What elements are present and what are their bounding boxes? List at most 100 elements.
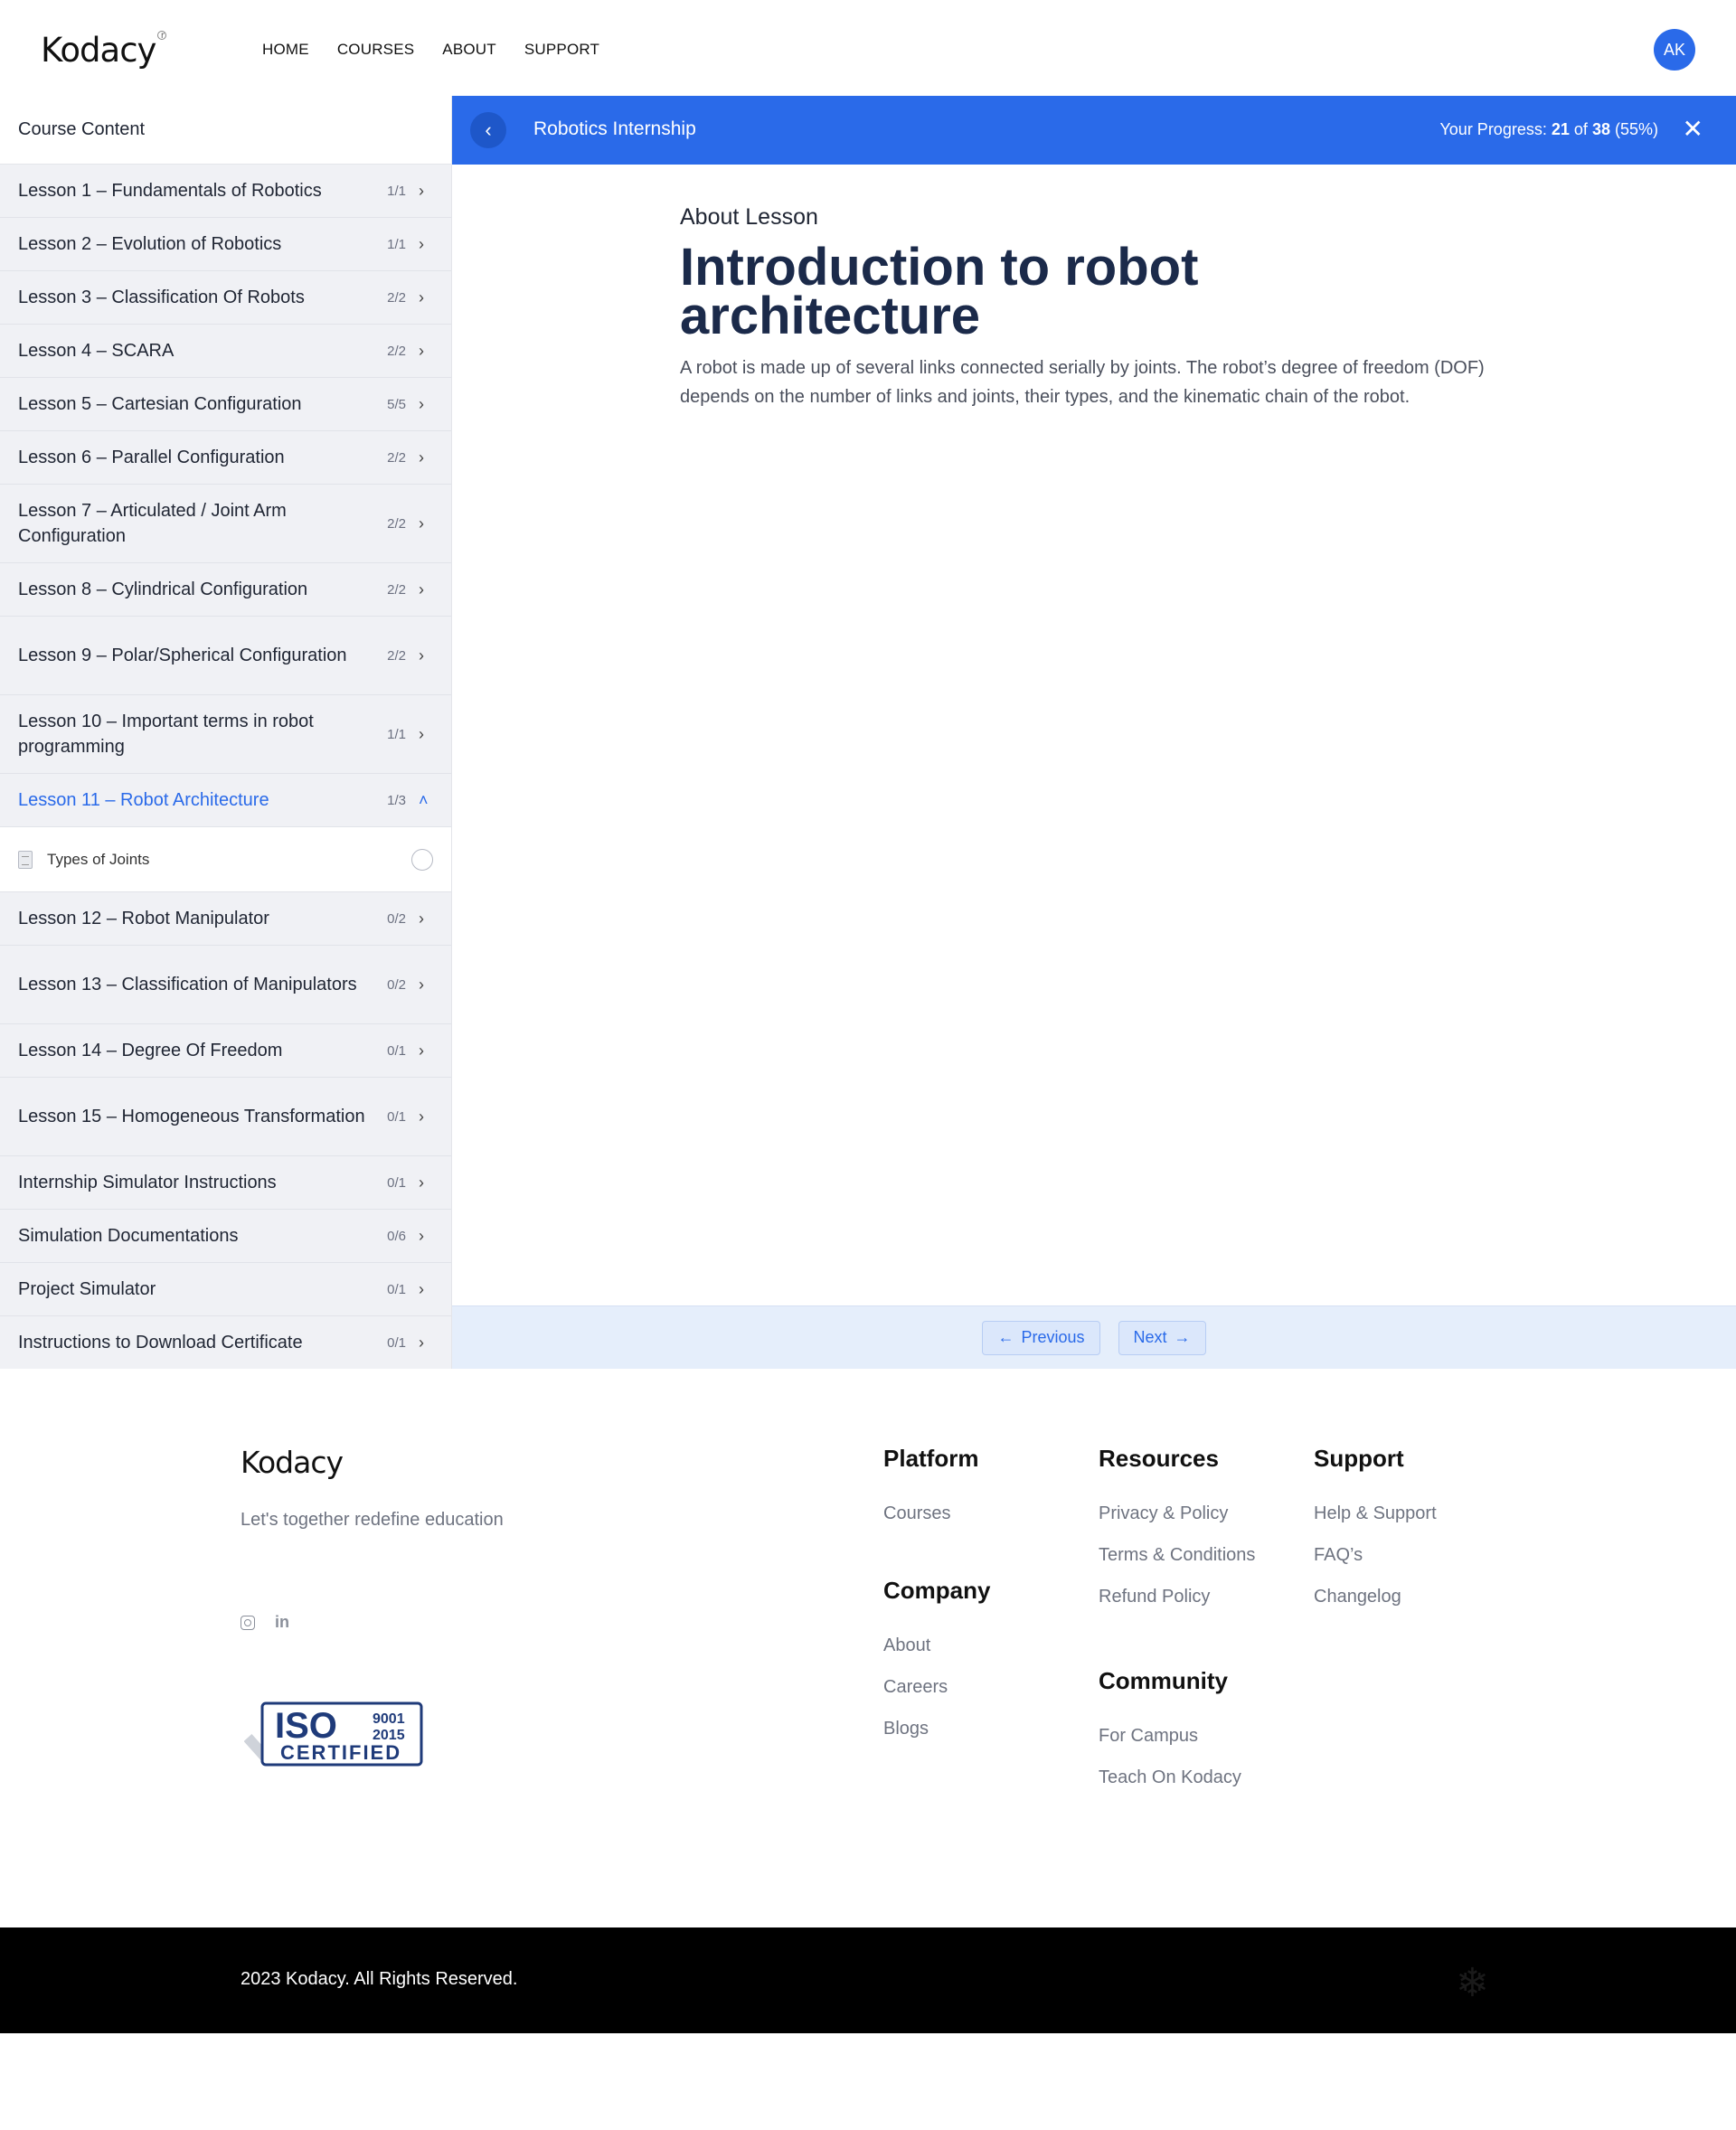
lesson-item-12[interactable]: Lesson 12 – Robot Manipulator 0/2 ›	[0, 892, 451, 946]
lesson-title: Lesson 1 – Fundamentals of Robotics	[18, 181, 322, 201]
footer-link-careers[interactable]: Careers	[883, 1677, 990, 1698]
footer-link-blogs[interactable]: Blogs	[883, 1719, 990, 1739]
previous-button[interactable]: ← Previous	[982, 1320, 1100, 1355]
footer-link-courses[interactable]: Courses	[883, 1503, 978, 1524]
lesson-item-5[interactable]: Lesson 5 – Cartesian Configuration 5/5 ›	[0, 378, 451, 431]
course-content-sidebar: Course Content Lesson 1 – Fundamentals o…	[0, 96, 452, 1370]
lesson-item-13[interactable]: Lesson 13 – Classification of Manipulato…	[0, 946, 451, 1024]
kodacy-logo[interactable]: Kodacy r	[41, 31, 167, 70]
footer-heading-community: Community	[1099, 1667, 1228, 1694]
next-button[interactable]: Next →	[1118, 1320, 1206, 1355]
lesson-count: 0/1	[387, 1174, 406, 1191]
nav-support[interactable]: SUPPORT	[524, 41, 599, 59]
chevron-right-icon: ›	[419, 1173, 424, 1192]
footer-col-resources: Resources Privacy & Policy Terms & Condi…	[1099, 1445, 1255, 1628]
lesson-item-9[interactable]: Lesson 9 – Polar/Spherical Configuration…	[0, 617, 451, 695]
arrow-left-icon: ←	[997, 1328, 1014, 1346]
chevron-right-icon: ›	[419, 1107, 424, 1126]
iso-certified-badge: ISO 9001 2015 CERTIFIED	[244, 1701, 423, 1767]
footer-col-platform: Platform Courses	[883, 1445, 978, 1545]
nav-courses[interactable]: COURSES	[337, 41, 414, 59]
sidebar-heading: Course Content	[0, 96, 451, 165]
topic-item-types-of-joints[interactable]: Types of Joints	[0, 827, 451, 892]
lesson-item-simulation-docs[interactable]: Simulation Documentations 0/6 ›	[0, 1210, 451, 1263]
lesson-item-6[interactable]: Lesson 6 – Parallel Configuration 2/2 ›	[0, 431, 451, 485]
lesson-title: Lesson 2 – Evolution of Robotics	[18, 234, 282, 254]
progress-done: 21	[1551, 120, 1570, 138]
lesson-item-project-simulator[interactable]: Project Simulator 0/1 ›	[0, 1263, 451, 1316]
user-avatar[interactable]: AK	[1654, 29, 1695, 71]
instagram-icon[interactable]	[241, 1616, 255, 1630]
footer-link-faq[interactable]: FAQ’s	[1314, 1545, 1437, 1566]
document-icon	[18, 850, 33, 869]
progress-total: 38	[1591, 120, 1610, 138]
lesson-item-10[interactable]: Lesson 10 – Important terms in robot pro…	[0, 695, 451, 774]
lesson-count: 2/2	[387, 449, 406, 466]
lesson-title: Lesson 7 – Articulated / Joint Arm Confi…	[18, 501, 287, 546]
chevron-right-icon: ›	[419, 287, 424, 306]
lesson-title: Project Simulator	[18, 1279, 156, 1299]
lesson-count: 2/2	[387, 515, 406, 532]
chevron-right-icon: ›	[419, 975, 424, 994]
chevron-up-icon: ˄	[419, 790, 429, 809]
linkedin-icon[interactable]: in	[275, 1613, 289, 1632]
lesson-count: 0/1	[387, 1108, 406, 1125]
back-button[interactable]: ‹	[470, 112, 506, 148]
lesson-item-1[interactable]: Lesson 1 – Fundamentals of Robotics 1/1 …	[0, 165, 451, 218]
lesson-topbar: ‹ Robotics Internship Your Progress: 21 …	[452, 96, 1736, 165]
chevron-right-icon: ›	[419, 646, 424, 664]
lesson-item-simulator-instructions[interactable]: Internship Simulator Instructions 0/1 ›	[0, 1156, 451, 1210]
footer-link-help[interactable]: Help & Support	[1314, 1503, 1437, 1524]
nav-about[interactable]: ABOUT	[442, 41, 496, 59]
lesson-count: 1/1	[387, 183, 406, 199]
completion-circle-icon[interactable]	[411, 848, 433, 871]
decorative-snowflake-icon: ❄	[1456, 1961, 1489, 2005]
footer-link-teach[interactable]: Teach On Kodacy	[1099, 1767, 1241, 1788]
footer-link-privacy[interactable]: Privacy & Policy	[1099, 1503, 1255, 1524]
lesson-item-2[interactable]: Lesson 2 – Evolution of Robotics 1/1 ›	[0, 218, 451, 271]
iso-certified-text: CERTIFIED	[280, 1741, 401, 1764]
close-icon[interactable]: ✕	[1683, 114, 1703, 144]
lesson-item-15[interactable]: Lesson 15 – Homogeneous Transformation 0…	[0, 1078, 451, 1156]
lesson-item-3[interactable]: Lesson 3 – Classification Of Robots 2/2 …	[0, 271, 451, 325]
progress-of: of	[1573, 120, 1588, 138]
lesson-count: 0/1	[387, 1334, 406, 1351]
copyright-text: 2023 Kodacy. All Rights Reserved.	[241, 1969, 518, 1989]
footer-heading-support: Support	[1314, 1445, 1404, 1472]
lesson-item-certificate[interactable]: Instructions to Download Certificate 0/1…	[0, 1316, 451, 1370]
footer-col-support: Support Help & Support FAQ’s Changelog	[1314, 1445, 1437, 1628]
footer-link-refund[interactable]: Refund Policy	[1099, 1587, 1255, 1607]
lesson-count: 0/1	[387, 1281, 406, 1297]
social-links: in	[241, 1613, 289, 1632]
iso-text: ISO	[275, 1706, 337, 1746]
lesson-title: Lesson 9 – Polar/Spherical Configuration	[18, 646, 347, 665]
lesson-title: Lesson 4 – SCARA	[18, 341, 175, 361]
footer-link-campus[interactable]: For Campus	[1099, 1726, 1241, 1747]
lesson-item-4[interactable]: Lesson 4 – SCARA 2/2 ›	[0, 325, 451, 378]
lesson-title: Lesson 12 – Robot Manipulator	[18, 909, 269, 928]
chevron-right-icon: ›	[419, 1041, 424, 1060]
footer-link-changelog[interactable]: Changelog	[1314, 1587, 1437, 1607]
chevron-right-icon: ›	[419, 1226, 424, 1245]
footer-link-about[interactable]: About	[883, 1635, 990, 1656]
about-lesson-label: About Lesson	[680, 204, 818, 230]
chevron-right-icon: ›	[419, 341, 424, 360]
footer-col-community: Community For Campus Teach On Kodacy	[1099, 1667, 1241, 1809]
lesson-title-heading: Introduction to robot architecture	[680, 238, 1199, 345]
lesson-item-11[interactable]: Lesson 11 – Robot Architecture 1/3 ˄	[0, 774, 451, 827]
lesson-item-7[interactable]: Lesson 7 – Articulated / Joint Arm Confi…	[0, 485, 451, 563]
chevron-right-icon: ›	[419, 448, 424, 467]
lesson-count: 0/6	[387, 1228, 406, 1244]
chevron-left-icon: ‹	[485, 118, 492, 141]
footer-logo[interactable]: Kodacy	[241, 1445, 344, 1480]
lesson-item-8[interactable]: Lesson 8 – Cylindrical Configuration 2/2…	[0, 563, 451, 617]
footer-link-terms[interactable]: Terms & Conditions	[1099, 1545, 1255, 1566]
chevron-right-icon: ›	[419, 1333, 424, 1352]
arrow-right-icon: →	[1174, 1328, 1191, 1346]
chevron-right-icon: ›	[419, 909, 424, 928]
lesson-title: Lesson 11 – Robot Architecture	[18, 790, 269, 810]
lesson-title: Lesson 14 – Degree Of Freedom	[18, 1041, 283, 1060]
progress-label: Your Progress:	[1439, 120, 1547, 138]
lesson-item-14[interactable]: Lesson 14 – Degree Of Freedom 0/1 ›	[0, 1024, 451, 1078]
nav-home[interactable]: HOME	[262, 41, 309, 59]
